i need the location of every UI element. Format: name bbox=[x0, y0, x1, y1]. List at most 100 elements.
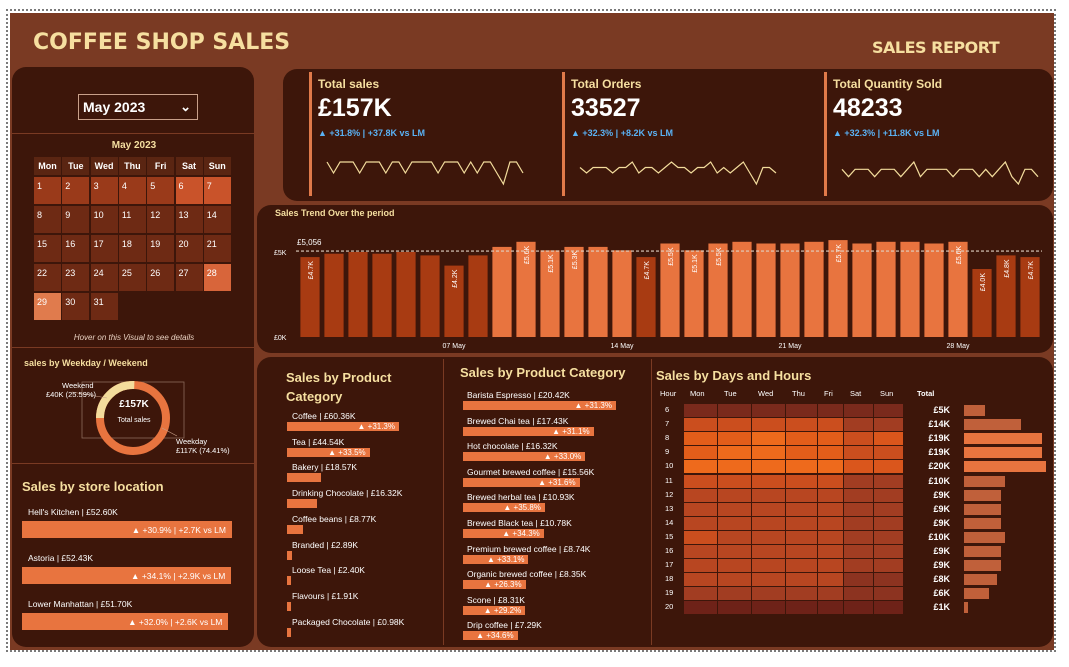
heatmap-total-bar[interactable] bbox=[964, 419, 1022, 431]
heatmap-cell[interactable] bbox=[874, 573, 903, 587]
heatmap-cell[interactable] bbox=[874, 587, 903, 601]
calendar-day[interactable]: 3 bbox=[90, 177, 118, 204]
heatmap-cell[interactable] bbox=[844, 587, 873, 601]
trend-bar[interactable] bbox=[324, 253, 344, 337]
heatmap-cell[interactable] bbox=[684, 432, 717, 446]
heatmap-total-bar[interactable] bbox=[964, 433, 1042, 445]
heatmap-cell[interactable] bbox=[786, 460, 817, 474]
heatmap-cell[interactable] bbox=[786, 587, 817, 601]
store-bar[interactable]: ▲ +30.9% | +2.7K vs LM bbox=[22, 521, 232, 538]
heatmap-cell[interactable] bbox=[752, 418, 785, 432]
calendar-day[interactable]: 7 bbox=[203, 177, 231, 204]
heatmap-cell[interactable] bbox=[844, 601, 873, 615]
calendar-day[interactable]: 11 bbox=[118, 206, 146, 233]
heatmap-cell[interactable] bbox=[718, 545, 751, 558]
heatmap-cell[interactable] bbox=[874, 418, 903, 432]
calendar-day[interactable]: 6 bbox=[175, 177, 203, 204]
heatmap-cell[interactable] bbox=[874, 460, 903, 474]
heatmap-cell[interactable] bbox=[684, 446, 717, 460]
heatmap-cell[interactable] bbox=[874, 516, 903, 530]
calendar-day[interactable]: 25 bbox=[118, 264, 146, 291]
heatmap-cell[interactable] bbox=[844, 502, 873, 516]
heatmap-cell[interactable] bbox=[786, 559, 817, 573]
heatmap-cell[interactable] bbox=[844, 404, 873, 417]
calendar-day[interactable]: 5 bbox=[147, 177, 175, 204]
heatmap-cell[interactable] bbox=[874, 502, 903, 516]
calendar-day[interactable]: 19 bbox=[147, 235, 175, 262]
heatmap-cell[interactable] bbox=[684, 502, 717, 516]
heatmap-cell[interactable] bbox=[752, 432, 785, 446]
calendar-day[interactable]: 15 bbox=[34, 235, 61, 262]
heatmap-cell[interactable] bbox=[752, 502, 785, 516]
heatmap-total-bar[interactable] bbox=[964, 447, 1042, 459]
heatmap-cell[interactable] bbox=[786, 418, 817, 432]
month-dropdown[interactable]: May 2023 ⌄ bbox=[78, 94, 198, 120]
heatmap-cell[interactable] bbox=[818, 601, 843, 615]
heatmap-cell[interactable] bbox=[874, 545, 903, 558]
heatmap-cell[interactable] bbox=[786, 446, 817, 460]
heatmap-cell[interactable] bbox=[684, 460, 717, 474]
heatmap-cell[interactable] bbox=[684, 559, 717, 573]
heatmap-cell[interactable] bbox=[752, 601, 785, 615]
calendar-day[interactable]: 13 bbox=[175, 206, 203, 233]
heatmap-cell[interactable] bbox=[718, 460, 751, 474]
trend-bar[interactable] bbox=[804, 241, 824, 337]
heatmap-cell[interactable] bbox=[786, 474, 817, 488]
product-category-bar[interactable] bbox=[287, 473, 322, 483]
heatmap-cell[interactable] bbox=[786, 502, 817, 516]
trend-bar[interactable] bbox=[876, 241, 896, 337]
trend-bar[interactable] bbox=[348, 252, 368, 337]
heatmap-cell[interactable] bbox=[718, 530, 751, 544]
heatmap-cell[interactable] bbox=[844, 488, 873, 502]
calendar-day[interactable]: 29 bbox=[34, 293, 61, 320]
heatmap-cell[interactable] bbox=[752, 516, 785, 530]
heatmap-cell[interactable] bbox=[844, 530, 873, 544]
product-category-bar[interactable] bbox=[287, 601, 291, 611]
heatmap-cell[interactable] bbox=[874, 530, 903, 544]
heatmap-total-bar[interactable] bbox=[964, 461, 1046, 473]
heatmap-cell[interactable] bbox=[818, 573, 843, 587]
heatmap-cell[interactable] bbox=[786, 404, 817, 417]
calendar-day[interactable]: 10 bbox=[90, 206, 118, 233]
heatmap-cell[interactable] bbox=[752, 530, 785, 544]
heatmap-cell[interactable] bbox=[818, 446, 843, 460]
heatmap-cell[interactable] bbox=[718, 404, 751, 417]
heatmap-cell[interactable] bbox=[684, 545, 717, 558]
heatmap-cell[interactable] bbox=[818, 545, 843, 558]
heatmap-cell[interactable] bbox=[818, 474, 843, 488]
heatmap-total-bar[interactable] bbox=[964, 588, 989, 600]
trend-bar[interactable] bbox=[420, 255, 440, 337]
heatmap-cell[interactable] bbox=[818, 516, 843, 530]
heatmap-cell[interactable] bbox=[684, 404, 717, 417]
heatmap-cell[interactable] bbox=[786, 601, 817, 615]
heatmap-cell[interactable] bbox=[684, 530, 717, 544]
heatmap-cell[interactable] bbox=[818, 460, 843, 474]
calendar-day[interactable]: 12 bbox=[147, 206, 175, 233]
trend-bar[interactable] bbox=[468, 255, 488, 337]
heatmap-cell[interactable] bbox=[752, 573, 785, 587]
heatmap-cell[interactable] bbox=[752, 587, 785, 601]
heatmap-cell[interactable] bbox=[752, 545, 785, 558]
heatmap-cell[interactable] bbox=[818, 530, 843, 544]
heatmap-cell[interactable] bbox=[718, 432, 751, 446]
calendar-day[interactable]: 4 bbox=[118, 177, 146, 204]
heatmap-total-bar[interactable] bbox=[964, 489, 1001, 501]
heatmap-cell[interactable] bbox=[844, 545, 873, 558]
calendar-day[interactable]: 28 bbox=[203, 264, 231, 291]
product-category-bar[interactable] bbox=[287, 524, 304, 534]
heatmap-total-bar[interactable] bbox=[964, 531, 1005, 543]
heatmap-cell[interactable] bbox=[718, 446, 751, 460]
heatmap-cell[interactable] bbox=[818, 432, 843, 446]
trend-bar[interactable] bbox=[780, 243, 800, 338]
calendar-day[interactable]: 18 bbox=[118, 235, 146, 262]
heatmap-cell[interactable] bbox=[844, 432, 873, 446]
heatmap-cell[interactable] bbox=[684, 516, 717, 530]
heatmap-cell[interactable] bbox=[874, 601, 903, 615]
calendar-day[interactable]: 1 bbox=[34, 177, 61, 204]
heatmap-cell[interactable] bbox=[718, 474, 751, 488]
heatmap-cell[interactable] bbox=[786, 488, 817, 502]
calendar-day[interactable]: 27 bbox=[175, 264, 203, 291]
heatmap-total-bar[interactable] bbox=[964, 405, 985, 416]
calendar-day[interactable]: 30 bbox=[62, 293, 90, 320]
calendar-day[interactable]: 8 bbox=[34, 206, 61, 233]
